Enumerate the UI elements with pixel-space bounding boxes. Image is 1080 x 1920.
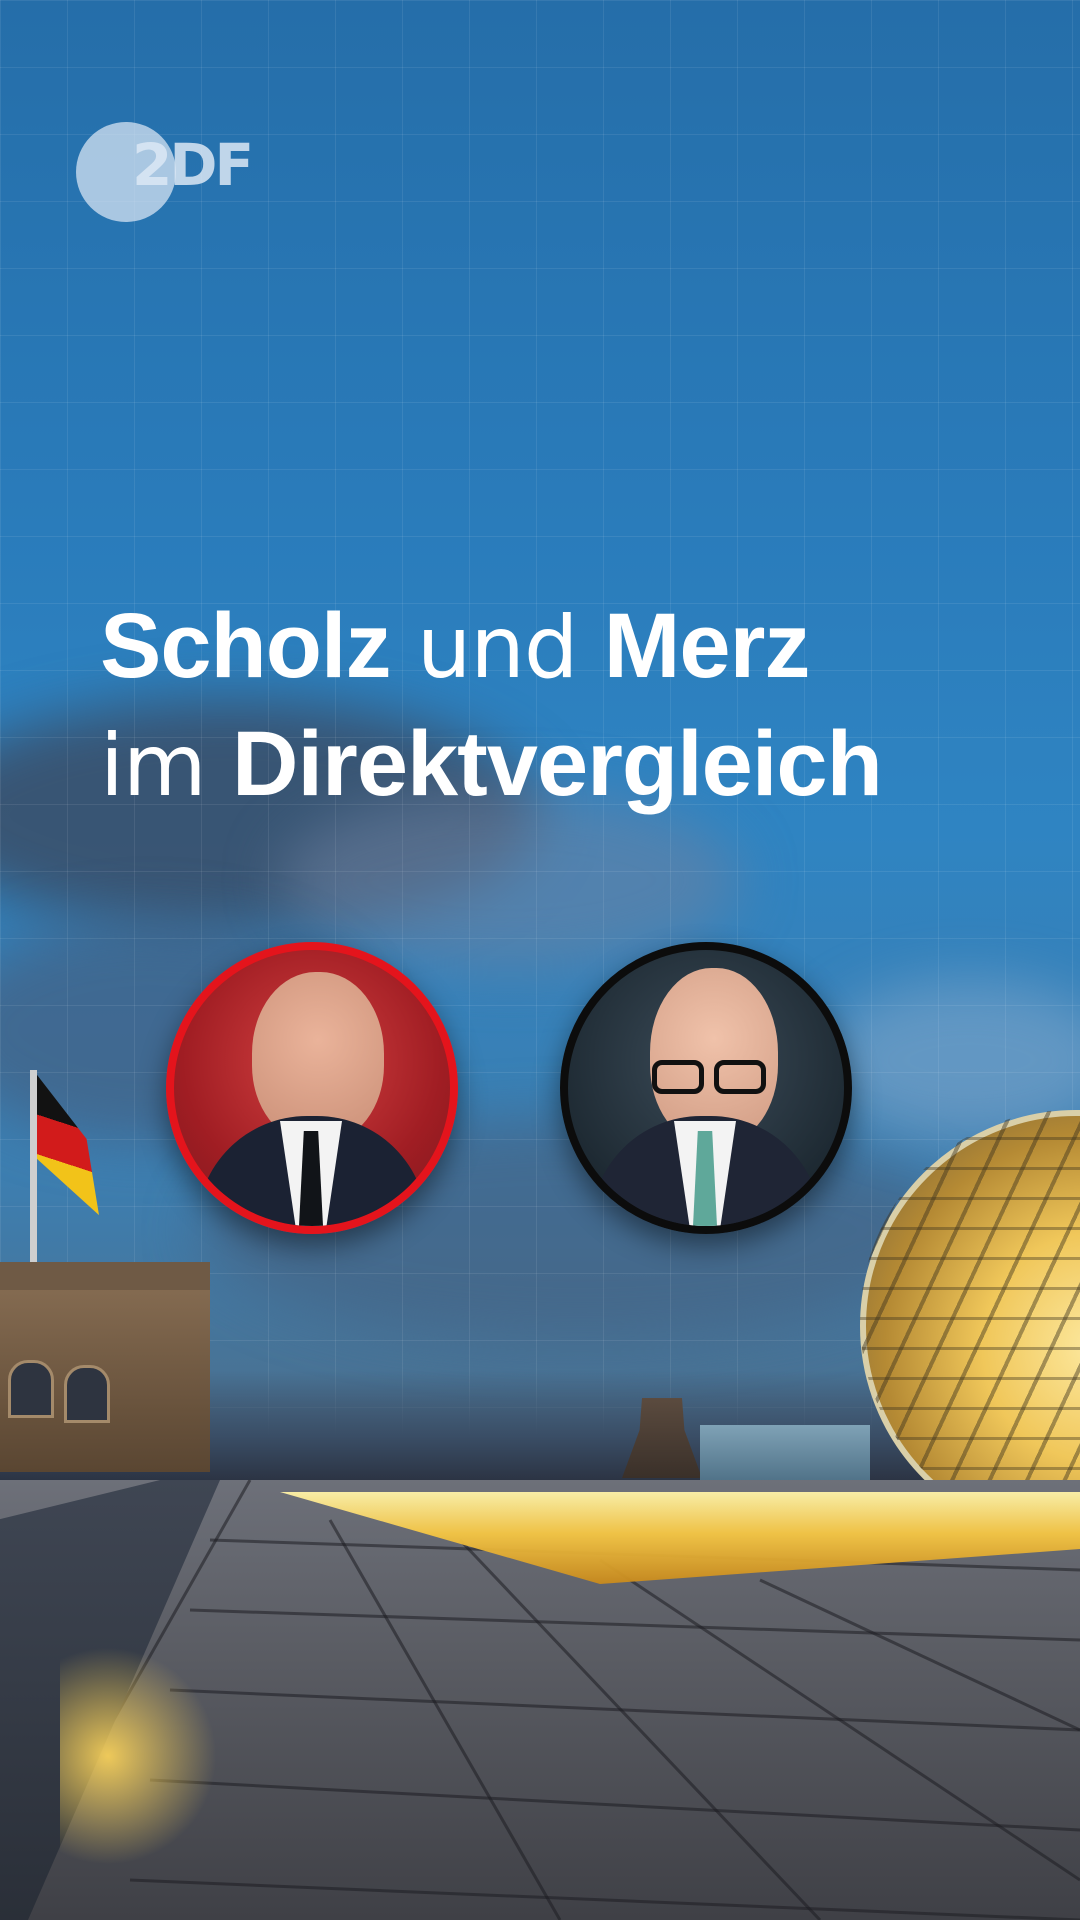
zdf-logo: 2DF [76, 122, 276, 222]
headline: Scholz und Merz im Direktvergleich [100, 600, 1000, 836]
window [8, 1360, 54, 1418]
reichstag-cornice [0, 1262, 210, 1290]
merz-portrait [560, 942, 852, 1234]
headline-merz: Merz [603, 595, 811, 697]
headline-line-2: im Direktvergleich [100, 718, 1000, 836]
scholz-portrait [166, 942, 458, 1234]
flag-pole [30, 1070, 37, 1270]
lens [714, 1060, 766, 1094]
lens [652, 1060, 704, 1094]
merz-glasses [646, 1060, 776, 1096]
headline-und: und [390, 598, 604, 698]
background-scene [0, 0, 1080, 1920]
floor-lights [60, 1510, 220, 1920]
glass-building [700, 1425, 870, 1485]
window [64, 1365, 110, 1423]
headline-scholz: Scholz [100, 595, 391, 697]
logo-text: 2DF [132, 131, 254, 199]
headline-line-1: Scholz und Merz [100, 600, 1000, 718]
headline-im: im [100, 716, 233, 816]
headline-direktvergleich: Direktvergleich [232, 713, 883, 815]
